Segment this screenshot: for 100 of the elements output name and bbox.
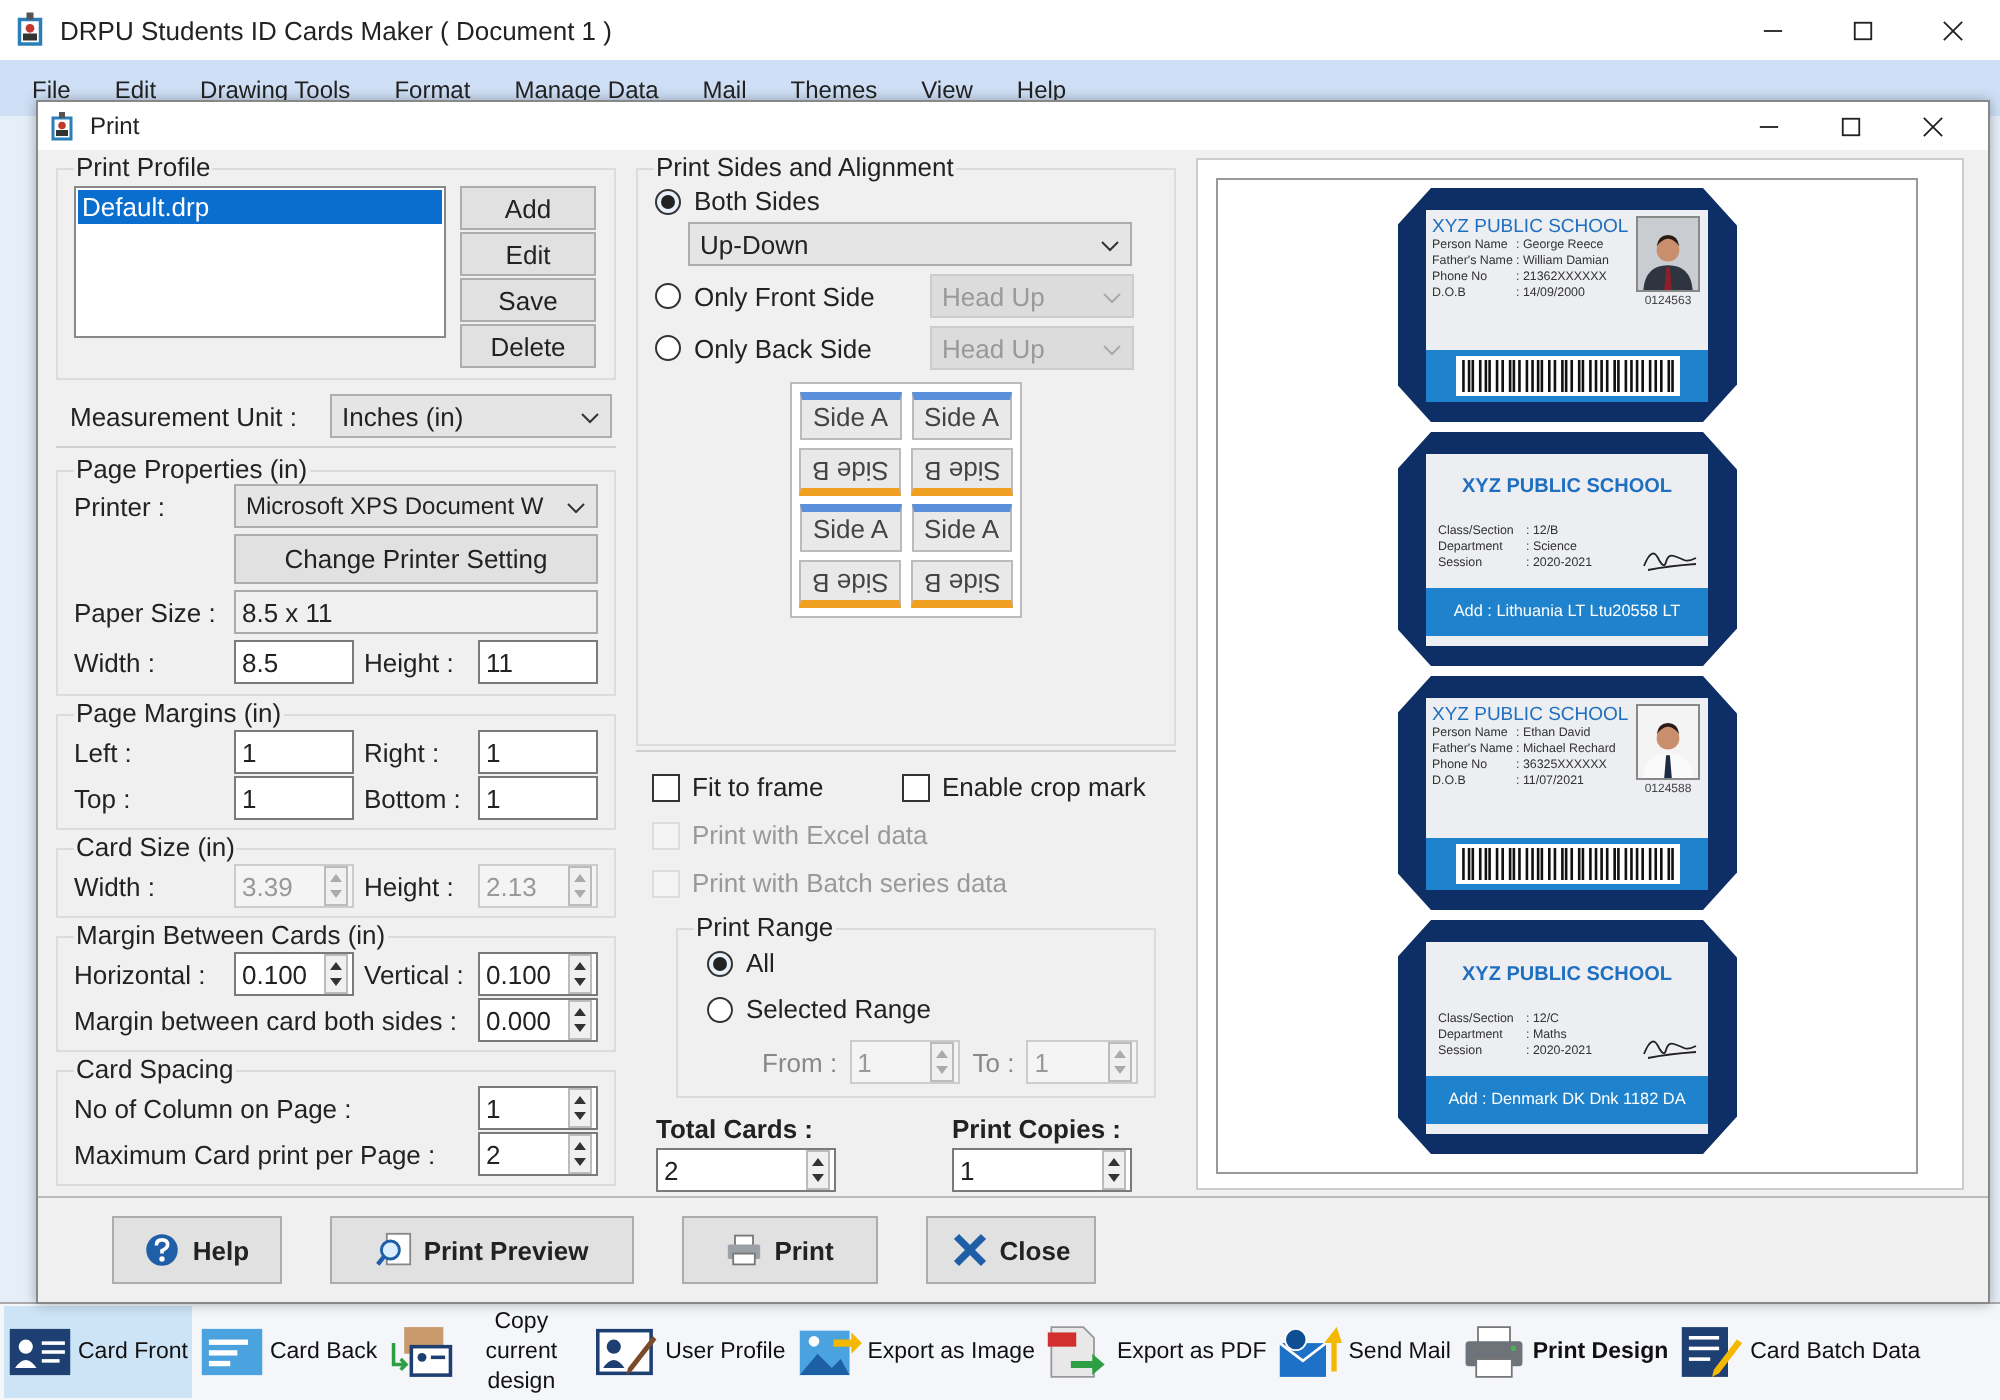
group-title: Print Sides and Alignment [654,154,956,182]
radio-option[interactable]: Selected Range [706,994,1126,1024]
text-field[interactable]: 1 [234,776,354,820]
address-bar: Add : Denmark DK Dnk 1182 DA [1426,1075,1708,1123]
layout-tile: Side A [911,392,1012,440]
group-title: Print Profile [74,154,213,182]
toolbar-button[interactable]: Export as Image [793,1306,1039,1398]
spin-field[interactable]: 1 [478,1086,598,1130]
text-field[interactable]: 1 [234,730,354,774]
spin-icon[interactable] [566,1088,594,1128]
toolbar-button[interactable]: Card Front [4,1306,192,1398]
dialog-button[interactable]: Close [926,1216,1096,1284]
field-label: Height : [362,647,456,677]
dialog-button[interactable]: Print Preview [330,1216,634,1284]
toolbar-button[interactable]: User Profile [591,1306,790,1398]
field-label: From : [762,1047,838,1077]
school-name: XYZ PUBLIC SCHOOL [1459,475,1674,497]
radio-icon[interactable] [706,995,734,1023]
checkbox-option[interactable]: Fit to frame [652,772,902,802]
group-title: Page Properties (in) [74,456,310,484]
maximize-icon[interactable] [1852,19,1874,41]
profile-button[interactable]: Save [460,278,596,322]
spin-field[interactable]: 0.100 [478,952,598,996]
dialog-button[interactable]: Print [682,1216,878,1284]
card-lines-icon [199,1324,264,1380]
profile-button[interactable]: Delete [460,324,596,368]
school-name: XYZ PUBLIC SCHOOL [1432,215,1630,237]
field-label: Maximum Card print per Page : [74,1139,438,1169]
toolbar-button[interactable]: Print Design [1458,1306,1673,1398]
field-label: Paper Size : [74,597,218,627]
list-pencil-icon [1680,1324,1745,1380]
group-title: Margin Between Cards (in) [74,922,388,950]
radio-icon[interactable] [654,334,682,362]
radio-option[interactable]: Only Back Side [654,333,872,363]
spin-icon[interactable] [566,1134,594,1174]
layout-tile: Side A [800,392,901,440]
layout-tile: Side A [911,504,1012,552]
height-field[interactable]: 11 [478,640,598,684]
checkbox-icon[interactable] [652,773,680,801]
toolbar-button[interactable]: Card Back [195,1306,382,1398]
toolbar-button[interactable]: Send Mail [1274,1306,1455,1398]
dialog-button[interactable]: Help [112,1216,282,1284]
magnifier-icon [375,1232,412,1268]
spin-field[interactable]: 0.100 [234,952,354,996]
spin-field[interactable]: 2 [478,1132,598,1176]
radio-icon[interactable] [706,949,734,977]
maximize-icon[interactable] [1840,115,1862,137]
group-title: Page Margins (in) [74,700,284,728]
close-icon[interactable] [1942,19,1964,41]
field-label: Print Copies : [952,1114,1124,1144]
profile-button[interactable]: Edit [460,232,596,276]
field-label: Margin between card both sides : [74,1005,459,1035]
unit-dropdown[interactable]: Inches (in) [330,394,612,438]
radio-icon[interactable] [654,187,682,215]
badge-icon [16,12,44,48]
id-card-icon [8,1324,72,1380]
radio-option[interactable]: All [706,948,1126,978]
toolbar-button[interactable]: Copy current design [385,1306,588,1398]
change-printer-button[interactable]: Change Printer Setting [234,534,598,584]
spin-field[interactable]: 1 [952,1148,1132,1192]
profile-item[interactable]: Default.drp [78,190,442,224]
radio-option[interactable]: Only Front Side [654,281,875,311]
spin-icon[interactable] [566,1000,594,1040]
layout-tile: Side B [911,448,1012,496]
field-label: Printer : [74,491,168,521]
field-label: Bottom : [362,783,463,813]
width-field[interactable]: 8.5 [234,640,354,684]
school-name: XYZ PUBLIC SCHOOL [1459,963,1674,985]
spin-icon[interactable] [1100,1150,1128,1190]
badge-icon [50,111,74,141]
profile-button[interactable]: Add [460,186,596,230]
school-name: XYZ PUBLIC SCHOOL [1432,703,1630,725]
text-field[interactable]: 1 [478,730,598,774]
printer-icon [1462,1324,1527,1380]
spin-icon[interactable] [322,954,350,994]
toolbar-button[interactable]: Export as PDF [1042,1306,1271,1398]
checkbox-option[interactable]: Enable crop mark [902,772,1160,802]
field-label: No of Column on Page : [74,1093,354,1123]
chevron-down-icon [566,502,586,514]
spin-icon[interactable] [566,954,594,994]
toolbar-button[interactable]: Card Batch Data [1676,1306,1925,1398]
envelope-arrow-icon [1278,1324,1343,1380]
spin-field[interactable]: 0.000 [478,998,598,1042]
close-icon[interactable] [1922,115,1944,137]
radio-option[interactable]: Both Sides [654,186,1158,216]
spin-field[interactable]: 2 [656,1148,836,1192]
paper-size-field[interactable]: 8.5 x 11 [234,590,598,634]
alignment-dropdown[interactable]: Up-Down [688,222,1132,266]
field-label: Left : [74,737,134,767]
field-label: Height : [362,871,456,901]
chevron-down-icon [1100,240,1120,252]
layout-tile: Side B [800,560,901,608]
field-label: Measurement Unit : [70,401,297,431]
printer-dropdown[interactable]: Microsoft XPS Document W [234,484,598,528]
window-title: DRPU Students ID Cards Maker ( Document 1 ) [60,15,612,45]
group-title: Card Spacing [74,1056,236,1084]
spin-icon[interactable] [804,1150,832,1190]
checkbox-icon[interactable] [902,773,930,801]
text-field[interactable]: 1 [478,776,598,820]
radio-icon[interactable] [654,282,682,310]
